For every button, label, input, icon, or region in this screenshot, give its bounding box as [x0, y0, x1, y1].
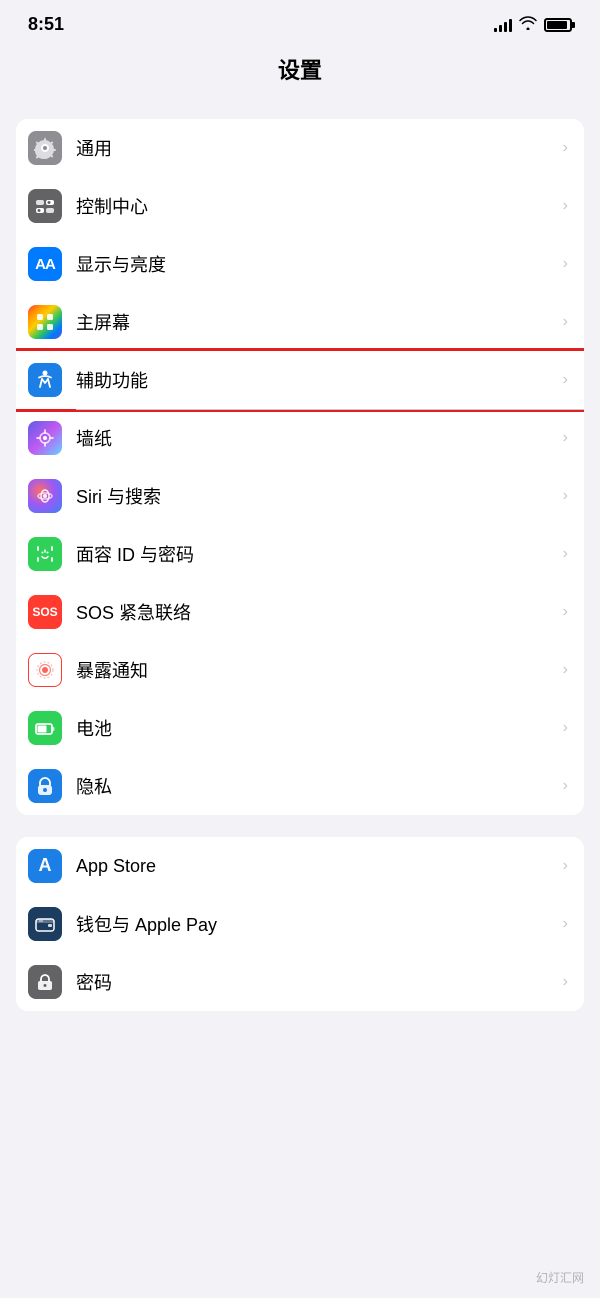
settings-item-baolu[interactable]: 暴露通知 ›: [16, 641, 584, 699]
settings-item-appstore[interactable]: A App Store ›: [16, 837, 584, 895]
battery-settings-icon: [28, 711, 62, 745]
item-label-kongzhi: 控制中心: [76, 193, 557, 219]
password-icon: [28, 965, 62, 999]
chevron-appstore: ›: [563, 857, 568, 875]
item-label-tongyong: 通用: [76, 135, 557, 161]
item-label-diandian: 电池: [76, 715, 557, 741]
toggle-icon: [28, 189, 62, 223]
settings-item-qiangzhi[interactable]: 墙纸 ›: [16, 409, 584, 467]
item-label-siri: Siri 与搜索: [76, 483, 557, 509]
chevron-yinsi: ›: [563, 777, 568, 795]
settings-item-kongzhi[interactable]: 控制中心 ›: [16, 177, 584, 235]
item-label-wallet: 钱包与 Apple Pay: [76, 911, 557, 937]
svg-text:A: A: [39, 855, 52, 875]
chevron-faceid: ›: [563, 545, 568, 563]
watermark: 幻灯汇网: [536, 1269, 584, 1286]
siri-icon: [28, 479, 62, 513]
settings-item-siri[interactable]: Siri 与搜索 ›: [16, 467, 584, 525]
item-label-faceid: 面容 ID 与密码: [76, 541, 557, 567]
status-bar: 8:51: [0, 0, 600, 43]
chevron-xianshi: ›: [563, 255, 568, 273]
gear-icon: [28, 131, 62, 165]
exposure-icon: [28, 653, 62, 687]
accessibility-icon: [28, 363, 62, 397]
item-label-zhupingmu: 主屏幕: [76, 309, 557, 335]
settings-item-sos[interactable]: SOS SOS 紧急联络 ›: [16, 583, 584, 641]
settings-item-wallet[interactable]: 钱包与 Apple Pay ›: [16, 895, 584, 953]
item-label-sos: SOS 紧急联络: [76, 599, 557, 625]
status-time: 8:51: [28, 14, 64, 35]
wifi-icon: [519, 16, 537, 34]
settings-group-1: 通用 › 控制中心 › AA 显示与亮度 ›: [16, 119, 584, 815]
status-icons: [494, 16, 572, 34]
wallet-icon: [28, 907, 62, 941]
chevron-qiangzhi: ›: [563, 429, 568, 447]
grid-icon: [28, 305, 62, 339]
item-label-qiangzhi: 墙纸: [76, 425, 557, 451]
settings-group-2: A App Store › 钱包与 Apple Pay › 密码: [16, 837, 584, 1011]
settings-item-yinsi[interactable]: 隐私 ›: [16, 757, 584, 815]
page-title: 设置: [0, 43, 600, 101]
wallpaper-icon: [28, 421, 62, 455]
settings-item-diandian[interactable]: 电池 ›: [16, 699, 584, 757]
sos-icon: SOS: [28, 595, 62, 629]
appstore-icon: A: [28, 849, 62, 883]
chevron-siri: ›: [563, 487, 568, 505]
chevron-fuzhu: ›: [563, 371, 568, 389]
settings-item-tongyong[interactable]: 通用 ›: [16, 119, 584, 177]
battery-icon: [544, 18, 572, 32]
item-label-appstore: App Store: [76, 856, 557, 877]
signal-icon: [494, 18, 512, 32]
chevron-sos: ›: [563, 603, 568, 621]
aa-icon: AA: [28, 247, 62, 281]
chevron-diandian: ›: [563, 719, 568, 737]
chevron-zhupingmu: ›: [563, 313, 568, 331]
item-label-baolu: 暴露通知: [76, 657, 557, 683]
item-label-yinsi: 隐私: [76, 773, 557, 799]
settings-item-zhupingmu[interactable]: 主屏幕 ›: [16, 293, 584, 351]
item-label-fuzhu: 辅助功能: [76, 367, 557, 393]
chevron-wallet: ›: [563, 915, 568, 933]
chevron-mima: ›: [563, 973, 568, 991]
chevron-kongzhi: ›: [563, 197, 568, 215]
chevron-baolu: ›: [563, 661, 568, 679]
settings-item-mima[interactable]: 密码 ›: [16, 953, 584, 1011]
settings-item-xianshi[interactable]: AA 显示与亮度 ›: [16, 235, 584, 293]
faceid-icon: [28, 537, 62, 571]
item-label-mima: 密码: [76, 969, 557, 995]
item-label-xianshi: 显示与亮度: [76, 251, 557, 277]
chevron-tongyong: ›: [563, 139, 568, 157]
privacy-icon: [28, 769, 62, 803]
settings-item-faceid[interactable]: 面容 ID 与密码 ›: [16, 525, 584, 583]
settings-item-fuzhu[interactable]: 辅助功能 ›: [16, 351, 584, 409]
